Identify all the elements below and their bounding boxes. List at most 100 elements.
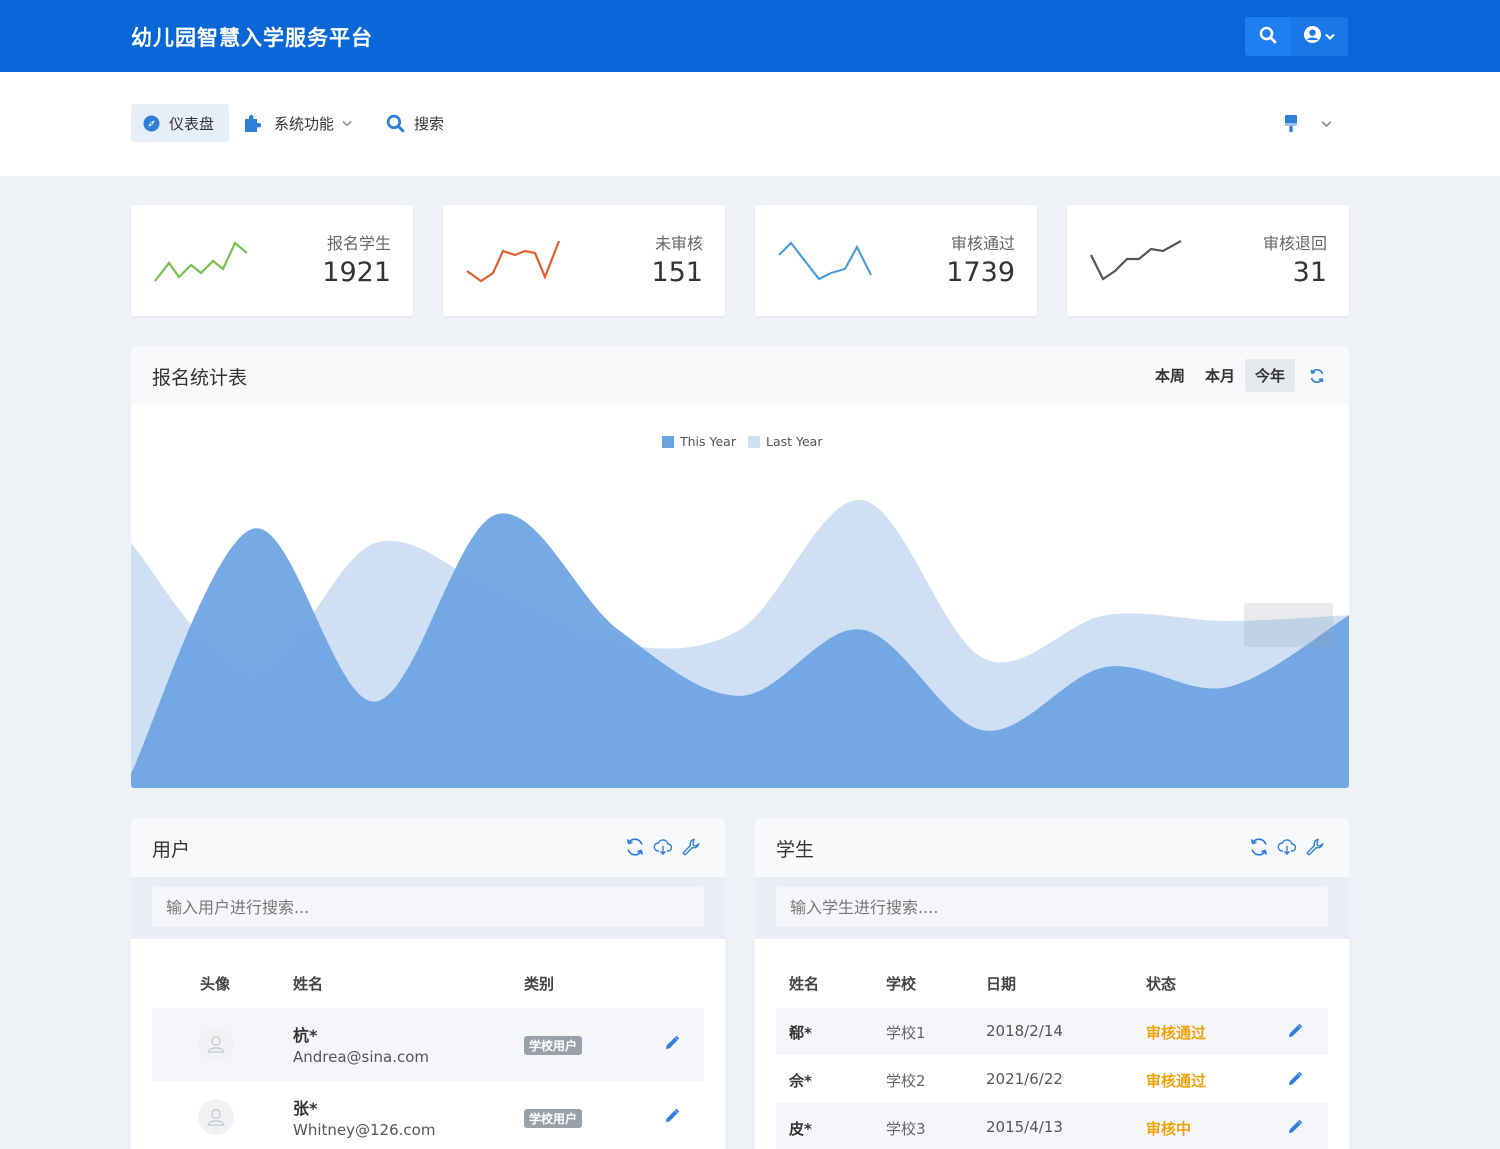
- status-badge: 审核通过: [1146, 1024, 1207, 1042]
- students-search-input[interactable]: [776, 887, 1328, 927]
- stat-value: 151: [651, 257, 703, 288]
- stat-card-pending[interactable]: 未审核 151: [443, 205, 725, 316]
- column-header-avatar: 头像: [200, 975, 231, 993]
- users-panel-title: 用户: [152, 839, 191, 861]
- stat-card-enrolled[interactable]: 报名学生 1921: [131, 205, 413, 316]
- status-badge: 审核中: [1146, 1120, 1192, 1138]
- stat-value: 1739: [946, 257, 1015, 288]
- avatar: [198, 1026, 234, 1062]
- wrench-icon[interactable]: [681, 837, 701, 861]
- column-header-school: 学校: [886, 975, 917, 993]
- user-name: 杭*: [293, 1026, 318, 1045]
- table-row[interactable]: 郗* 学校1 2018/2/14 审核通过: [776, 1008, 1328, 1055]
- pencil-icon[interactable]: [664, 1108, 680, 1124]
- chevron-down-icon: [342, 120, 352, 127]
- range-tabs: 本周 本月 今年: [1145, 359, 1325, 392]
- top-header: 幼儿园智慧入学服务平台: [0, 0, 1500, 72]
- student-date: 2021/6/22: [986, 1070, 1063, 1088]
- students-panel-header: 学生: [755, 818, 1349, 877]
- table-row[interactable]: 佘* 学校2 2021/6/22 审核通过: [776, 1055, 1328, 1103]
- user-circle-icon: [1303, 25, 1322, 48]
- avatar: [198, 1099, 234, 1135]
- student-school: 学校2: [886, 1072, 926, 1090]
- range-tab-week[interactable]: 本周: [1145, 359, 1195, 392]
- stat-label: 审核通过: [950, 234, 1015, 253]
- cloud-download-icon[interactable]: [653, 837, 673, 861]
- pencil-icon[interactable]: [1287, 1119, 1303, 1135]
- refresh-icon[interactable]: [625, 837, 645, 861]
- sparkline-returned: [1090, 240, 1182, 281]
- chart-panel-title: 报名统计表: [152, 367, 248, 389]
- stat-value: 31: [1292, 257, 1327, 288]
- student-school: 学校1: [886, 1024, 926, 1042]
- stat-card-returned[interactable]: 审核退回 31: [1067, 205, 1349, 316]
- header-search-button[interactable]: [1245, 17, 1290, 56]
- table-row[interactable]: 皮* 学校3 2015/4/13 审核中: [776, 1103, 1328, 1149]
- chevron-down-icon: [1325, 33, 1335, 41]
- stat-value: 1921: [322, 257, 391, 288]
- status-badge: 审核通过: [1146, 1072, 1207, 1090]
- user-icon: [207, 1109, 225, 1126]
- students-panel: 学生 姓名 学校 日期 状态 郗* 学校1 2018/2/14 审核通过 佘* …: [755, 818, 1349, 1149]
- users-panel-header: 用户: [131, 818, 725, 877]
- header-actions: [1245, 17, 1348, 56]
- nav-item-search[interactable]: 搜索: [386, 104, 444, 142]
- stat-card-approved[interactable]: 审核通过 1739: [755, 205, 1037, 316]
- sparkline-approved: [778, 241, 872, 281]
- compass-icon: [143, 114, 160, 132]
- enrollment-chart-panel: 报名统计表 本周 本月 今年 This Year Last Year: [131, 346, 1349, 788]
- table-row[interactable]: 张* Whitney@126.com 学校用户: [152, 1081, 704, 1149]
- brand-title[interactable]: 幼儿园智慧入学服务平台: [131, 22, 373, 52]
- chart-panel-header: 报名统计表 本周 本月 今年: [131, 346, 1349, 405]
- range-tab-month[interactable]: 本月: [1195, 359, 1245, 392]
- range-tab-year[interactable]: 今年: [1245, 359, 1296, 392]
- users-search-band: [131, 877, 725, 939]
- user-type-badge: 学校用户: [524, 1036, 583, 1055]
- student-date: 2015/4/13: [986, 1118, 1063, 1136]
- column-header-name: 姓名: [789, 975, 820, 993]
- user-email: Andrea@sina.com: [293, 1048, 430, 1066]
- refresh-icon[interactable]: [1249, 837, 1269, 861]
- nav-item-system[interactable]: 系统功能: [243, 104, 352, 142]
- users-panel-tools: [625, 837, 701, 861]
- user-type-badge: 学校用户: [524, 1109, 583, 1128]
- column-header-type: 类别: [524, 975, 555, 993]
- column-header-status: 状态: [1146, 975, 1177, 993]
- nav-item-label: 仪表盘: [169, 114, 215, 133]
- stat-label: 未审核: [654, 234, 703, 253]
- sparkline-enrolled: [154, 241, 248, 282]
- pencil-icon[interactable]: [1287, 1023, 1303, 1039]
- nav-item-label: 搜索: [414, 114, 445, 133]
- chart-tooltip: [1244, 603, 1333, 647]
- column-header-name: 姓名: [293, 975, 324, 993]
- users-search-input[interactable]: [152, 887, 704, 927]
- refresh-icon[interactable]: [1309, 368, 1325, 384]
- puzzle-icon: [243, 113, 265, 133]
- student-name: 皮*: [789, 1120, 812, 1138]
- chevron-down-icon: [1321, 120, 1332, 128]
- student-school: 学校3: [886, 1120, 926, 1138]
- student-name: 佘*: [789, 1072, 812, 1090]
- table-row[interactable]: 杭* Andrea@sina.com 学校用户: [152, 1008, 704, 1081]
- sparkline-pending: [466, 240, 561, 283]
- users-panel: 用户 头像 姓名 类别 杭* Andrea@sina.com 学校用户 张* W…: [131, 818, 725, 1149]
- search-icon: [386, 114, 405, 133]
- wrench-icon[interactable]: [1305, 837, 1325, 861]
- user-email: Whitney@126.com: [293, 1121, 436, 1139]
- user-name: 张*: [293, 1099, 318, 1118]
- pencil-icon[interactable]: [1287, 1071, 1303, 1087]
- area-chart: [131, 499, 1349, 788]
- user-icon: [207, 1036, 225, 1053]
- nav-item-dashboard[interactable]: 仪表盘: [131, 104, 229, 142]
- column-header-date: 日期: [986, 975, 1017, 993]
- student-name: 郗*: [789, 1024, 812, 1042]
- students-panel-title: 学生: [776, 839, 815, 861]
- search-icon: [1259, 26, 1277, 48]
- stat-label: 报名学生: [326, 234, 391, 253]
- user-menu-button[interactable]: [1290, 17, 1348, 56]
- students-search-band: [755, 877, 1349, 939]
- student-date: 2018/2/14: [986, 1022, 1063, 1040]
- theme-menu[interactable]: [1283, 114, 1332, 134]
- cloud-download-icon[interactable]: [1277, 837, 1297, 861]
- pencil-icon[interactable]: [664, 1035, 680, 1051]
